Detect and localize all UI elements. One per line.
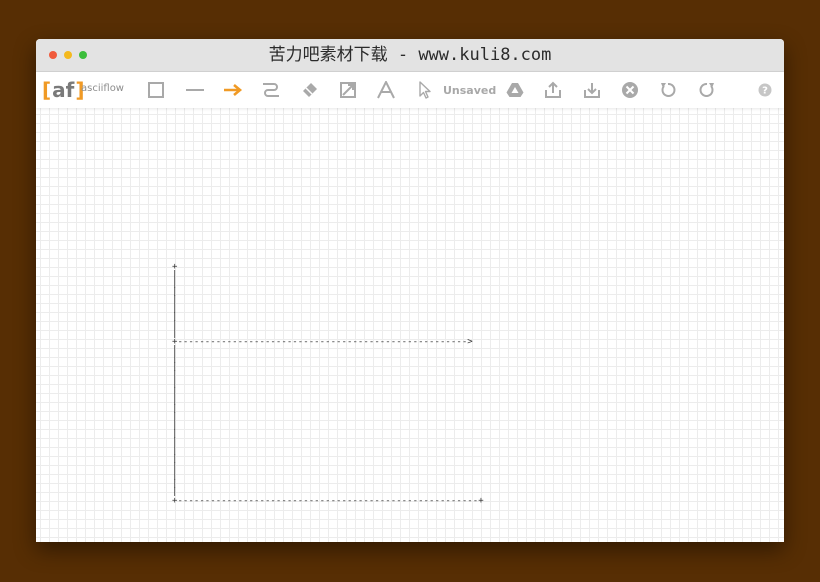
ascii-drawing: + | | | | | | | | +---------------------… [172,262,484,506]
toolbar: [af] asciiflow Unsaved ? [36,72,784,108]
svg-text:?: ? [762,86,768,97]
letter-a-icon [377,81,395,99]
box-tool[interactable] [145,79,167,101]
download-icon [584,83,600,98]
app-logo: [af] [42,77,84,103]
logo-bracket-open: [ [42,78,52,102]
arrow-tool[interactable] [222,79,244,101]
drawing-canvas[interactable]: + | | | | | | | | +---------------------… [36,108,784,542]
curve-icon [263,83,279,97]
line-icon [186,89,204,91]
title-bar: 苦力吧素材下载 - www.kuli8.com [36,39,784,72]
undo-icon [661,83,676,97]
text-tool[interactable] [375,79,397,101]
resize-box-icon [340,82,356,98]
drive-button[interactable] [504,79,526,101]
freeform-tool[interactable] [260,79,282,101]
logo-text: af [52,78,75,102]
export-button[interactable] [542,79,564,101]
close-circle-icon [622,82,638,98]
upload-icon [545,81,561,98]
redo-icon [699,83,714,97]
redo-button[interactable] [696,79,718,101]
resize-tool[interactable] [337,79,359,101]
arrow-right-icon [224,84,243,96]
help-icon: ? [758,83,772,97]
eraser-icon [303,83,317,97]
window-title: 苦力吧素材下载 - www.kuli8.com [268,45,552,65]
app-name: asciiflow [81,83,124,94]
select-tool[interactable] [414,79,436,101]
save-status: Unsaved [443,84,497,97]
line-tool[interactable] [184,79,206,101]
help-button[interactable]: ? [754,79,776,101]
clear-button[interactable] [619,79,641,101]
square-icon [148,82,164,98]
cursor-icon [419,81,431,99]
erase-tool[interactable] [299,79,321,101]
undo-button[interactable] [657,79,679,101]
drive-icon [506,83,524,97]
import-button[interactable] [581,79,603,101]
app-window: 苦力吧素材下载 - www.kuli8.com [af] asciiflow U… [36,39,784,542]
